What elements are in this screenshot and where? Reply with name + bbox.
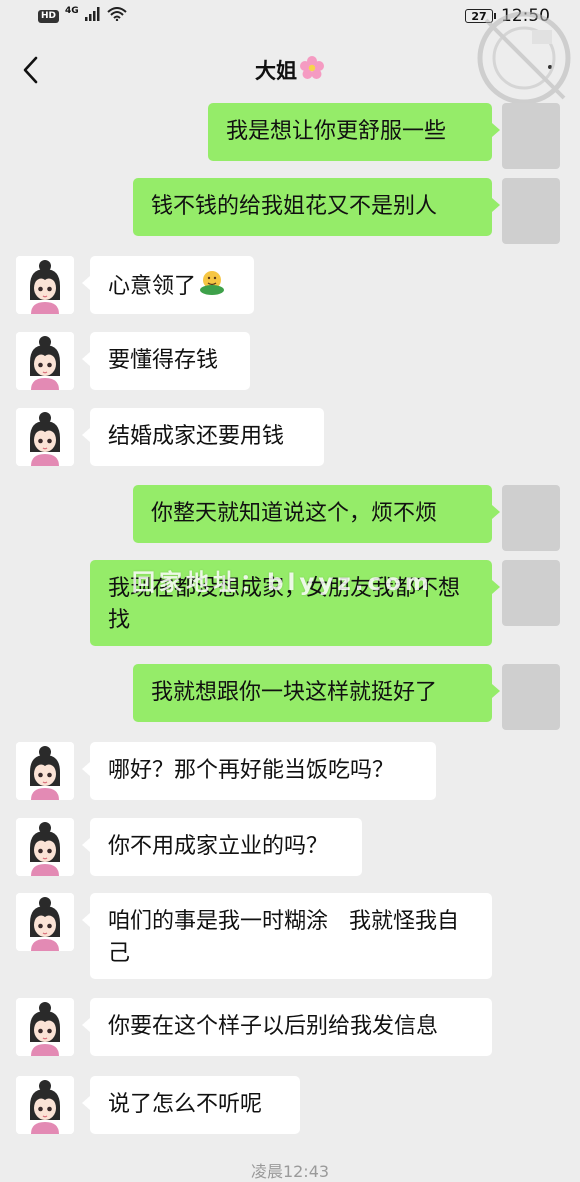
message-bubble-outgoing[interactable]: 我就想跟你一块这样就挺好了 bbox=[133, 664, 500, 722]
network-label: 4G bbox=[65, 6, 79, 16]
chat-header: 大姐 bbox=[0, 35, 580, 105]
cartoon-girl-icon bbox=[16, 893, 74, 951]
contact-avatar[interactable] bbox=[16, 332, 74, 390]
battery-icon: 27 bbox=[465, 9, 496, 23]
message-text: 心意领了 bbox=[108, 274, 197, 299]
message-timestamp: 凌晨12:43 bbox=[250, 1162, 330, 1181]
self-avatar[interactable] bbox=[502, 485, 560, 551]
status-left: HD 4G bbox=[38, 6, 127, 25]
message-bubble-outgoing[interactable]: 钱不钱的给我姐花又不是别人 bbox=[133, 178, 500, 236]
flower-icon bbox=[299, 55, 325, 86]
hug-emoji-icon bbox=[198, 269, 226, 305]
self-avatar[interactable] bbox=[502, 103, 560, 169]
hd-badge: HD bbox=[38, 9, 60, 23]
self-avatar[interactable] bbox=[502, 178, 560, 244]
self-avatar[interactable] bbox=[502, 560, 560, 626]
cartoon-girl-icon bbox=[16, 742, 74, 800]
message-bubble-outgoing[interactable]: 你整天就知道说这个，烦不烦 bbox=[133, 485, 500, 543]
cartoon-girl-icon bbox=[16, 1076, 74, 1134]
more-options-button[interactable] bbox=[548, 65, 552, 69]
message-bubble-outgoing[interactable]: 我是想让你更舒服一些 bbox=[208, 103, 500, 161]
status-time: 12:50 bbox=[501, 6, 550, 26]
message-bubble-incoming[interactable]: 你要在这个样子以后别给我发信息 bbox=[82, 998, 492, 1056]
chevron-left-icon bbox=[23, 56, 38, 84]
cartoon-girl-icon bbox=[16, 332, 74, 390]
back-button[interactable] bbox=[14, 53, 48, 87]
message-bubble-incoming[interactable]: 哪好？那个再好能当饭吃吗？ bbox=[82, 742, 436, 800]
contact-avatar[interactable] bbox=[16, 742, 74, 800]
self-avatar[interactable] bbox=[502, 664, 560, 730]
message-bubble-incoming[interactable]: 说了怎么不听呢 bbox=[82, 1076, 300, 1134]
message-bubble-incoming[interactable]: 结婚成家还要用钱 bbox=[82, 408, 324, 466]
contact-avatar[interactable] bbox=[16, 1076, 74, 1134]
contact-avatar[interactable] bbox=[16, 893, 74, 951]
message-bubble-incoming[interactable]: 要懂得存钱 bbox=[82, 332, 250, 390]
cartoon-girl-icon bbox=[16, 408, 74, 466]
cartoon-girl-icon bbox=[16, 818, 74, 876]
battery-level: 27 bbox=[471, 9, 487, 23]
cartoon-girl-icon bbox=[16, 998, 74, 1056]
status-bar: HD 4G 27 12:50 bbox=[0, 0, 580, 32]
message-bubble-incoming[interactable]: 咱们的事是我一时糊涂 我就怪我自己 bbox=[82, 893, 492, 979]
signal-icon bbox=[84, 7, 101, 25]
message-bubble-incoming[interactable]: 你不用成家立业的吗？ bbox=[82, 818, 362, 876]
status-right: 27 12:50 bbox=[465, 6, 550, 26]
contact-avatar[interactable] bbox=[16, 998, 74, 1056]
chat-title-text: 大姐 bbox=[255, 59, 297, 83]
site-watermark: 回家地址：blyyz.com bbox=[132, 570, 433, 596]
contact-avatar[interactable] bbox=[16, 256, 74, 314]
contact-avatar[interactable] bbox=[16, 408, 74, 466]
wifi-icon bbox=[107, 7, 127, 25]
chat-title: 大姐 bbox=[255, 55, 325, 86]
cartoon-girl-icon bbox=[16, 256, 74, 314]
message-bubble-incoming[interactable]: 心意领了 bbox=[82, 256, 254, 314]
contact-avatar[interactable] bbox=[16, 818, 74, 876]
